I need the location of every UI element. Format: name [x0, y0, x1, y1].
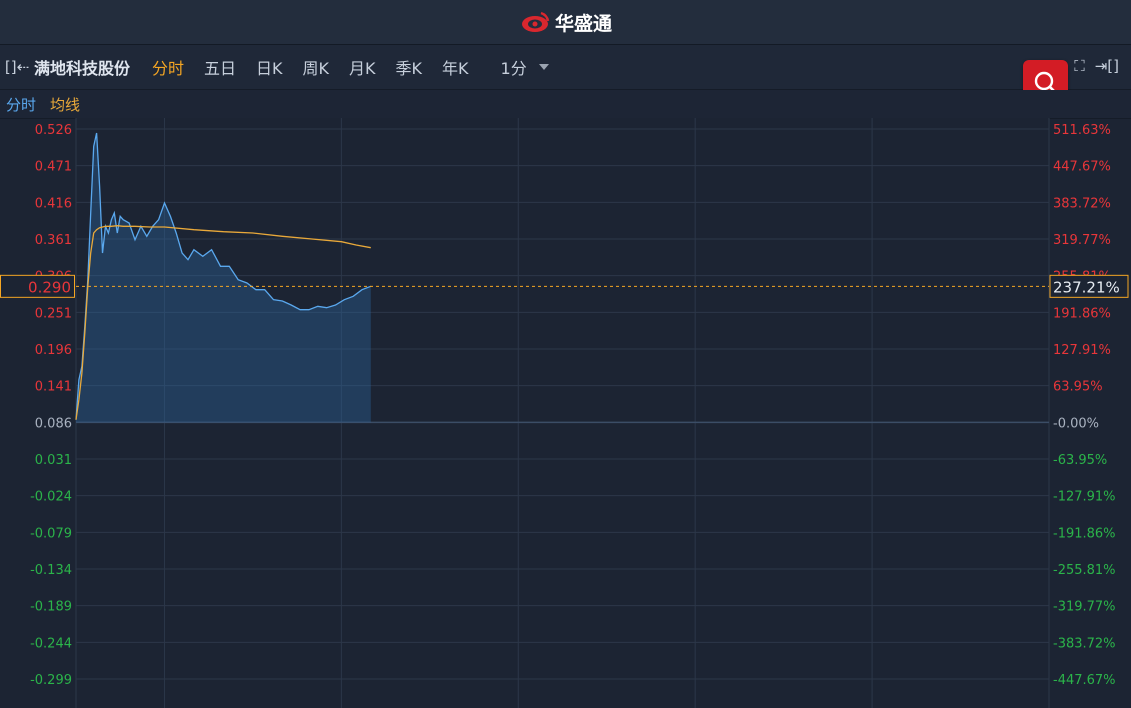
- y-tick-label: -0.024: [30, 490, 72, 505]
- pct-tick-label: 127.91%: [1053, 343, 1111, 358]
- pct-tick-label: -127.91%: [1053, 490, 1116, 505]
- pct-tick-label: -319.77%: [1053, 600, 1116, 615]
- intraday-chart[interactable]: 0.526 511.63% 0.471 447.67% 0.416 383.72% 0.36…: [0, 0, 1131, 708]
- y-tick-label: 0.251: [35, 306, 72, 321]
- y-tick-label: 0.471: [35, 160, 72, 175]
- y-tick-label: 0.196: [35, 343, 72, 358]
- y-tick-label: -0.189: [30, 600, 72, 615]
- y-tick-label: 0.141: [35, 380, 72, 395]
- pct-tick-label: 191.86%: [1053, 306, 1111, 321]
- y-tick-label: 0.416: [35, 196, 72, 211]
- pct-tick-label: -255.81%: [1053, 563, 1116, 578]
- y-tick-label: -0.244: [30, 636, 72, 651]
- current-pct-label: 237.21%: [1053, 278, 1120, 296]
- y-tick-label: -0.134: [30, 563, 72, 578]
- y-tick-label: 0.031: [35, 453, 72, 468]
- pct-tick-label: -447.67%: [1053, 673, 1116, 688]
- pct-tick-label: -383.72%: [1053, 636, 1116, 651]
- pct-tick-label: 319.77%: [1053, 233, 1111, 248]
- y-tick-label: 0.361: [35, 233, 72, 248]
- pct-tick-label: 63.95%: [1053, 380, 1103, 395]
- y-tick-label: -0.079: [30, 526, 72, 541]
- pct-tick-label: 447.67%: [1053, 160, 1111, 175]
- pct-tick-label: -63.95%: [1053, 453, 1107, 468]
- pct-tick-label: -191.86%: [1053, 526, 1116, 541]
- y-tick-label: 0.526: [35, 123, 72, 138]
- pct-tick-label: 383.72%: [1053, 196, 1111, 211]
- current-price-label: 0.290: [28, 278, 71, 296]
- pct-tick-label: 511.63%: [1053, 123, 1111, 138]
- y-tick-label: 0.086: [35, 416, 72, 431]
- y-tick-label: -0.299: [30, 673, 72, 688]
- pct-tick-label: -0.00%: [1053, 416, 1099, 431]
